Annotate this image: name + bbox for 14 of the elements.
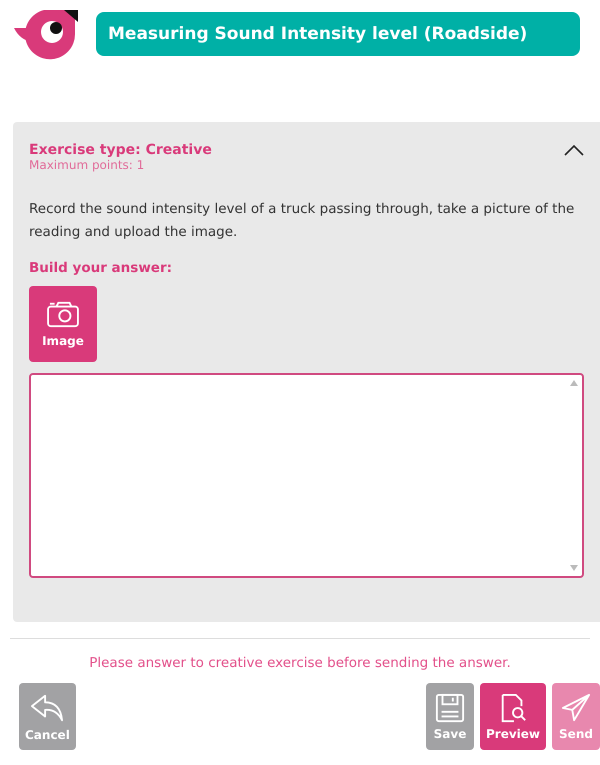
cancel-button[interactable]: Cancel [19,683,76,750]
camera-icon [46,300,80,328]
build-answer-label: Build your answer: [29,260,174,276]
paper-plane-icon [561,692,591,722]
collapse-chevron-icon[interactable] [564,144,584,156]
exercise-instructions: Record the sound intensity level of a truck passing through, take a picture of the reading and upload the image. [29,200,576,242]
preview-button[interactable]: Preview [480,683,546,750]
save-button[interactable]: Save [426,683,474,750]
bird-logo-icon [14,8,80,60]
maximum-points: Maximum points: 1 [29,158,146,172]
exercise-title: Measuring Sound Intensity level (Roadside) [96,12,580,56]
validation-message: Please answer to creative exercise before sending the answer. [88,655,512,671]
image-tool-button[interactable]: Image [29,286,97,362]
exercise-type: Exercise type: Creative [29,142,212,158]
